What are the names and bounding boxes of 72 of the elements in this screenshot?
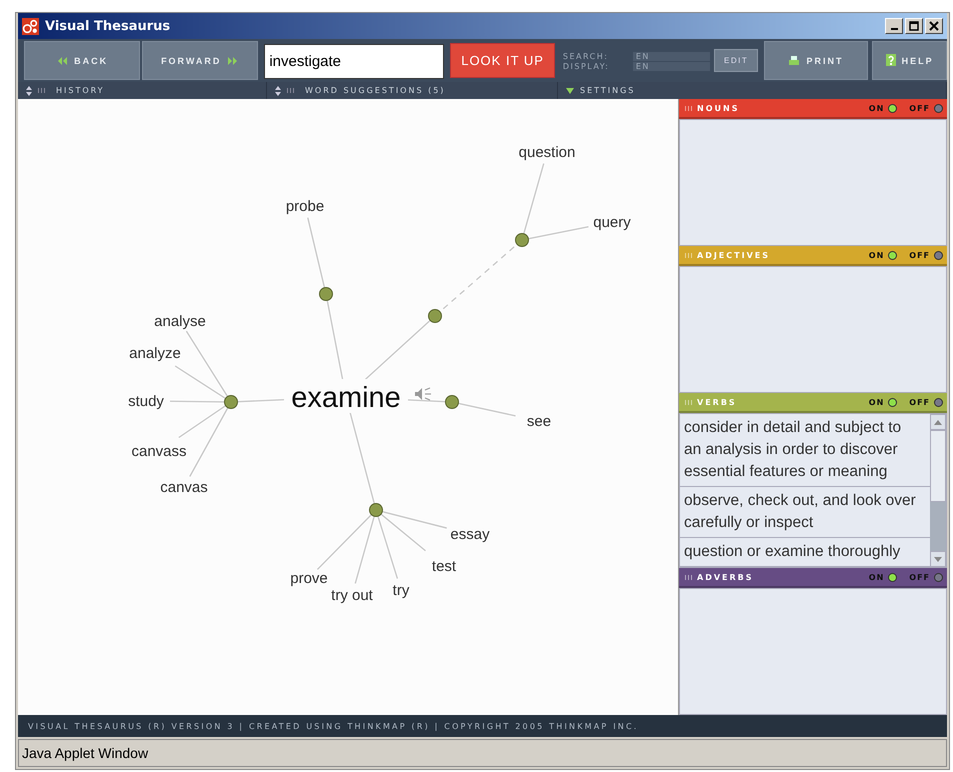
word-label[interactable]: canvas [160, 479, 208, 496]
print-button[interactable]: PRINT [764, 41, 868, 80]
off-radio[interactable] [934, 572, 943, 582]
minimize-button[interactable] [885, 18, 903, 34]
copyright-text: VISUAL THESAURUS (R) VERSION 3 | CREATED USING THINKMAP (R) | COPYRIGHT 2005 THINKMAP INC. [28, 722, 638, 730]
word-label[interactable]: prove [290, 570, 328, 587]
off-label: OFF [909, 572, 930, 582]
meaning-node[interactable] [515, 233, 529, 247]
up-down-icon [26, 86, 32, 96]
off-label: OFF [909, 104, 930, 112]
on-radio[interactable] [888, 250, 898, 260]
status-text: Java Applet Window [22, 745, 148, 761]
word-label[interactable]: try out [331, 587, 373, 604]
word-label[interactable]: see [526, 413, 552, 430]
meaning-node[interactable] [319, 287, 333, 301]
on-label: ON [868, 104, 884, 112]
on-label: ON [868, 398, 884, 406]
maximize-icon [909, 21, 919, 31]
meaning-node[interactable] [428, 309, 442, 323]
section-title: ADJECTIVES [697, 250, 771, 260]
word-label[interactable]: try [392, 582, 410, 599]
search-language-value: EN [632, 52, 710, 61]
double-right-arrow-icon [227, 56, 240, 64]
off-label: OFF [909, 250, 930, 260]
back-button[interactable]: BACK [24, 41, 140, 80]
off-radio[interactable] [934, 398, 943, 406]
window-title: Visual Thesaurus [45, 18, 172, 34]
display-language-value: EN [632, 62, 710, 71]
minimize-icon [890, 28, 898, 30]
help-icon [886, 54, 896, 68]
app-logo-icon [22, 18, 39, 34]
help-button[interactable]: HELP [872, 41, 947, 80]
off-label: OFF [909, 398, 930, 406]
word-label[interactable]: test [432, 558, 456, 575]
word-label[interactable]: query [593, 214, 631, 231]
dropdown-caret-icon [566, 88, 574, 94]
center-word[interactable]: examine [291, 382, 401, 414]
off-radio[interactable] [934, 250, 943, 260]
forward-button[interactable]: FORWARD [142, 41, 258, 80]
double-left-arrow-icon [56, 56, 68, 64]
word-label[interactable]: study [128, 393, 164, 410]
section-title: ADVERBS [697, 572, 755, 582]
look-it-up-button[interactable]: LOOK IT UP [450, 43, 555, 78]
section-title: VERBS [697, 398, 738, 406]
section-title: NOUNS [697, 104, 740, 112]
meaning-node[interactable] [445, 395, 459, 409]
scroll-up-icon[interactable] [934, 420, 942, 424]
scrollbar[interactable] [930, 414, 946, 567]
on-label: ON [868, 250, 884, 260]
close-icon [929, 21, 939, 31]
on-radio[interactable] [888, 398, 898, 406]
word-label[interactable]: analyze [129, 345, 181, 362]
speaker-icon[interactable] [415, 388, 432, 400]
display-language-label: DISPLAY: [562, 62, 610, 71]
off-radio[interactable] [934, 104, 943, 112]
search-field[interactable]: investigate [264, 44, 444, 79]
word-label[interactable]: essay [450, 526, 490, 543]
meaning-node[interactable] [369, 503, 383, 517]
on-radio[interactable] [888, 572, 898, 582]
printer-icon [788, 54, 800, 66]
word-label[interactable]: question [518, 144, 576, 161]
on-label: ON [868, 572, 884, 582]
search-language-label: SEARCH: [562, 52, 610, 61]
word-label[interactable]: analyse [154, 313, 206, 330]
maximize-button[interactable] [905, 18, 923, 34]
on-radio[interactable] [888, 104, 898, 112]
word-label[interactable]: probe [286, 198, 324, 215]
meaning-node[interactable] [224, 395, 238, 409]
word-label[interactable]: canvass [131, 443, 187, 460]
scroll-down-icon[interactable] [934, 556, 942, 562]
up-down-icon [275, 86, 281, 96]
close-button[interactable] [925, 18, 943, 34]
